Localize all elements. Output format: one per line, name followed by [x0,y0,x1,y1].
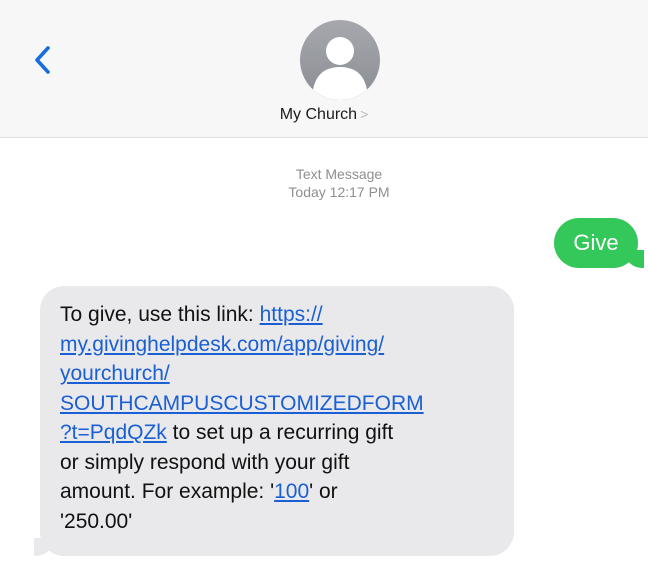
message-text: to set up a recurring gift [166,421,394,444]
chevron-right-icon: > [360,106,369,122]
message-timestamp: Today 12:17 PM [288,184,390,200]
back-button[interactable] [26,40,58,80]
contact-name-button[interactable]: My Church > [0,106,648,124]
link-text: ?t=PqdQZk [60,421,167,444]
outgoing-message-text: Give [573,230,619,255]
thread-meta: Text Message Today 12:17 PM [0,165,648,201]
incoming-message-bubble[interactable]: To give, use this link: https:// my.givin… [34,286,514,556]
contact-name: My Church [279,106,358,123]
message-text: amount. For example: ' [60,480,275,503]
link-text: my.givinghelpdesk.com/app/giving/ [60,332,385,356]
person-silhouette-icon [313,37,367,100]
chevron-left-icon [35,46,50,74]
message-text: or simply respond with your gift [60,450,350,474]
conversation-header: My Church > [0,0,648,138]
link-text: yourchurch/ [60,362,170,385]
link-text: SOUTHCAMPUSCUSTOMIZEDFORM [60,391,424,415]
message-text: ' or [309,480,338,503]
link-text: https:// [259,303,323,326]
message-text: To give, use this link: [60,303,260,326]
contact-avatar[interactable] [300,20,380,100]
example-amount-link[interactable]: 100 [274,480,309,503]
outgoing-message-bubble[interactable]: Give [554,218,644,268]
message-type-label: Text Message [295,166,383,182]
message-text: '250.00' [60,509,133,533]
